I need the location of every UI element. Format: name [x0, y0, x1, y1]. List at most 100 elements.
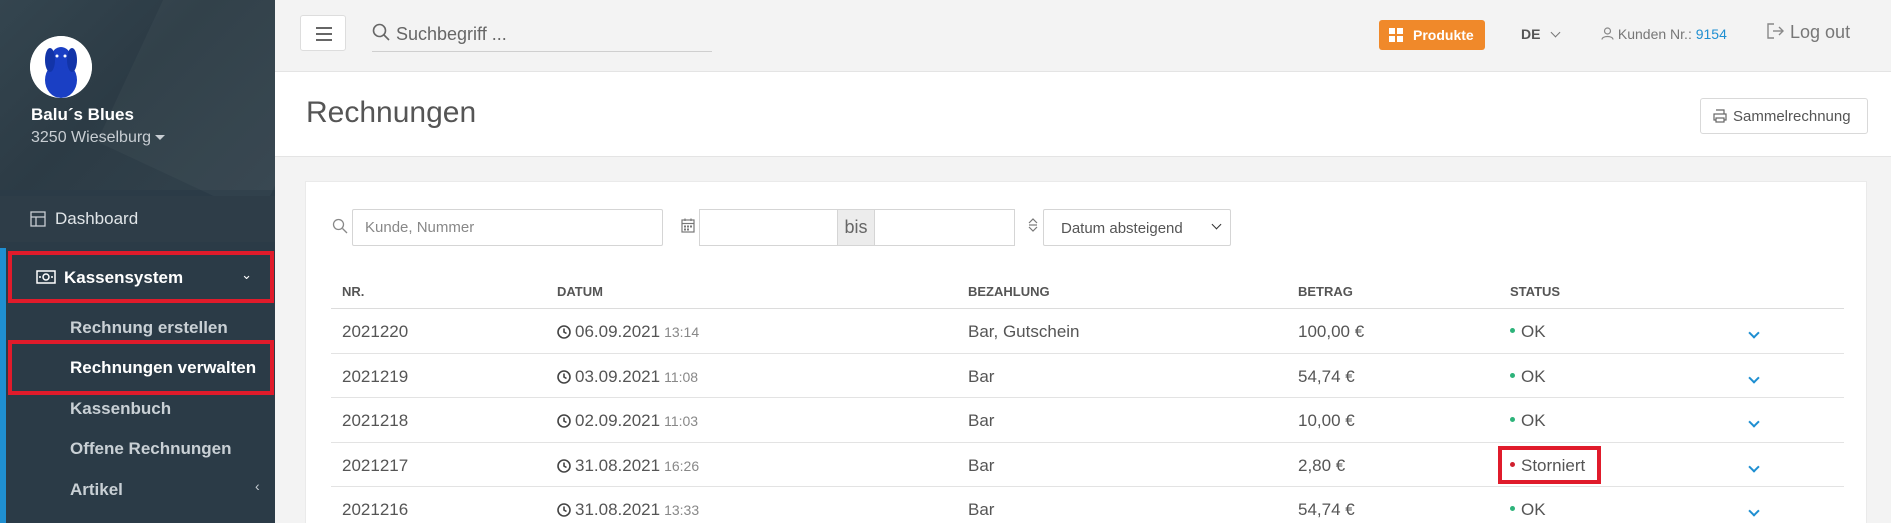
payment-method: Bar [968, 366, 995, 386]
clock-icon [557, 503, 571, 517]
sidebar-subitem-artikel[interactable]: Artikel [70, 480, 123, 500]
location-label: 3250 Wieselburg [31, 129, 152, 146]
status-label: OK [1521, 322, 1546, 341]
chevron-down-icon [1748, 416, 1760, 428]
status-highlight-box [1498, 446, 1601, 484]
date-value: 06.09.2021 [575, 322, 661, 341]
expand-row-button[interactable] [1748, 367, 1760, 387]
invoice-date: 31.08.2021 13:33 [557, 500, 699, 520]
menu-toggle-button[interactable] [300, 15, 346, 51]
sort-icon [1027, 218, 1039, 237]
time-value: 13:33 [664, 502, 700, 518]
time-value: 16:26 [664, 457, 700, 474]
calendar-icon [681, 218, 695, 238]
top-bar: Produkte DE Kunden Nr.: 9154 Log out [275, 0, 1891, 72]
date-to-input[interactable] [875, 209, 1015, 246]
status-label: OK [1521, 366, 1546, 386]
date-value: 31.08.2021 [575, 500, 661, 519]
status-label: OK [1521, 500, 1546, 519]
table-row[interactable]: 2021219 03.09.2021 11:08 Bar 54,74 € OK [331, 354, 1844, 398]
status-dot [1510, 372, 1515, 378]
date-value: 31.08.2021 [575, 455, 661, 475]
page-header: Rechnungen Sammelrechnung [275, 72, 1891, 157]
payment-method: Bar [968, 500, 995, 519]
time-value: 13:14 [664, 324, 700, 340]
search-icon [332, 218, 348, 239]
global-search [372, 17, 712, 52]
sidebar-item-label: Kassensystem [64, 268, 184, 287]
logout-label: Log out [1790, 22, 1851, 42]
invoice-date: 06.09.2021 13:14 [557, 322, 699, 342]
date-range-separator: bis [837, 209, 875, 246]
sort-select-value: Datum absteigend [1061, 220, 1183, 237]
table-row[interactable]: 2021218 02.09.2021 11:03 Bar 10,00 € OK [331, 398, 1844, 443]
status-badge: OK [1510, 367, 1546, 387]
sidebar-item-dashboard[interactable]: Dashboard [0, 196, 275, 242]
sort-select[interactable]: Datum absteigend [1043, 209, 1231, 246]
location-selector[interactable]: 3250 Wieselburg [31, 129, 166, 147]
user-icon [1601, 27, 1614, 40]
money-icon [36, 270, 56, 289]
chevron-down-icon [1748, 371, 1760, 384]
sidebar-item-kassensystem[interactable]: Kassensystem ⌄ [8, 251, 274, 303]
invoice-date: 02.09.2021 11:03 [557, 411, 698, 431]
sidebar-subitem-rechnung-erstellen[interactable]: Rechnung erstellen [70, 318, 228, 338]
invoice-number: 2021218 [342, 411, 409, 430]
date-from-input[interactable] [699, 209, 837, 246]
chevron-down-icon [1748, 460, 1760, 473]
language-selector[interactable]: DE [1521, 26, 1561, 42]
table-row[interactable]: 2021216 31.08.2021 13:33 Bar 54,74 € OK [331, 487, 1844, 523]
table-row[interactable]: 2021220 06.09.2021 13:14 Bar, Gutschein 1… [331, 309, 1844, 354]
column-header-nr: NR. [342, 284, 365, 299]
status-dot [1510, 417, 1515, 423]
sidebar-item-label: Dashboard [55, 209, 139, 228]
expand-row-button[interactable] [1748, 411, 1760, 431]
sidebar-subitem-offene-rechnungen[interactable]: Offene Rechnungen [70, 439, 232, 459]
sidebar-subitem-kassenbuch[interactable]: Kassenbuch [70, 399, 171, 419]
status-dot [1510, 506, 1515, 512]
amount: 54,74 € [1298, 500, 1355, 519]
time-value: 11:08 [664, 368, 699, 385]
produkte-button[interactable]: Produkte [1379, 20, 1485, 50]
amount: 100,00 € [1298, 322, 1365, 341]
clock-icon [557, 414, 571, 428]
caret-down-icon [155, 135, 166, 141]
avatar[interactable] [30, 36, 92, 98]
page-title: Rechnungen [306, 96, 477, 129]
invoice-number: 2021219 [342, 366, 409, 386]
amount: 2,80 € [1298, 455, 1346, 475]
expand-row-button[interactable] [1748, 322, 1760, 342]
sammelrechnung-label: Sammelrechnung [1733, 108, 1851, 125]
expand-row-button[interactable] [1748, 456, 1760, 476]
sammelrechnung-button[interactable]: Sammelrechnung [1700, 98, 1868, 134]
search-input[interactable] [396, 21, 706, 47]
payment-method: Bar [968, 455, 995, 475]
invoice-date: 03.09.2021 11:08 [557, 367, 698, 387]
time-value: 11:03 [664, 413, 699, 429]
status-label: OK [1521, 411, 1546, 430]
customer-number-filter-input[interactable] [352, 209, 663, 246]
sidebar-header [0, 0, 275, 190]
language-label: DE [1521, 26, 1541, 42]
payment-method: Bar, Gutschein [968, 322, 1080, 341]
chevron-left-icon[interactable]: ‹ [255, 478, 260, 494]
status-badge: OK [1510, 322, 1546, 342]
logout-button[interactable]: Log out [1767, 22, 1850, 43]
date-value: 03.09.2021 [575, 366, 661, 386]
date-value: 02.09.2021 [575, 411, 661, 430]
invoice-date: 31.08.2021 16:26 [557, 456, 699, 476]
clock-icon [557, 458, 571, 473]
chevron-down-icon [1211, 219, 1222, 230]
invoices-table: NR. DATUM BEZAHLUNG BETRAG STATUS 202122… [331, 274, 1844, 523]
expand-row-button[interactable] [1748, 500, 1760, 520]
sidebar-subitem-rechnungen-verwalten[interactable]: Rechnungen verwalten [70, 358, 256, 378]
chevron-down-icon [1748, 505, 1760, 517]
table-header: NR. DATUM BEZAHLUNG BETRAG STATUS [331, 274, 1844, 309]
grid-icon [30, 211, 46, 232]
amount: 54,74 € [1298, 366, 1355, 386]
table-row[interactable]: 2021217 31.08.2021 16:26 Bar 2,80 € Storn… [331, 443, 1844, 487]
status-badge: OK [1510, 500, 1546, 520]
sidebar: Balu´s Blues 3250 Wieselburg Dashboard K… [0, 0, 275, 523]
grid-icon [1389, 28, 1403, 45]
status-badge: OK [1510, 411, 1546, 431]
